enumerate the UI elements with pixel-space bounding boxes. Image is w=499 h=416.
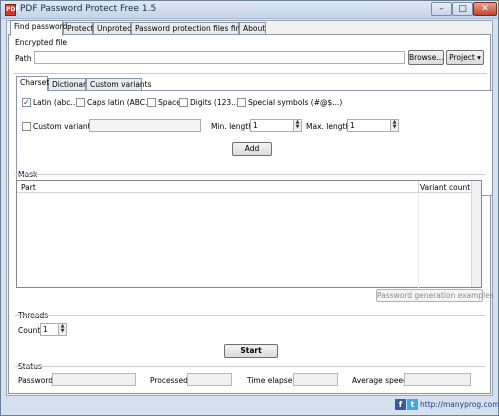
caps-latin-label: Caps latin (ABC...) <box>87 98 156 107</box>
password-status-field <box>52 373 136 386</box>
max-length-input[interactable]: 1 <box>347 119 391 132</box>
footer: f t http://manyprog.com <box>1 397 499 415</box>
column-divider <box>418 193 419 289</box>
close-icon: ✕ <box>481 4 489 14</box>
min-length-input[interactable]: 1 <box>250 119 294 132</box>
threads-count-spinner[interactable]: ▲ ▼ <box>59 323 67 336</box>
start-button[interactable]: Start <box>224 344 278 358</box>
caps-latin-checkbox[interactable] <box>76 98 85 107</box>
facebook-icon[interactable]: f <box>395 399 406 410</box>
pdf-app-icon: PDF <box>5 4 19 16</box>
average-speed-field <box>404 373 471 386</box>
column-variant-count-header[interactable]: Variant count <box>420 183 470 192</box>
browse-button[interactable]: Browse... <box>408 50 444 65</box>
close-button[interactable]: ✕ <box>473 2 497 16</box>
minimize-icon: – <box>439 4 444 14</box>
password-examples-button[interactable]: Password generation examples <box>376 289 494 302</box>
min-length-spinner[interactable]: ▲ ▼ <box>294 119 302 132</box>
tab-find-password[interactable]: Find password <box>10 20 67 36</box>
mask-list-header: Part Variant count <box>17 181 481 193</box>
digits-label: Digits (123...) <box>190 98 242 107</box>
mask-group-divider <box>15 174 485 175</box>
space-label: Space <box>158 98 181 107</box>
twitter-icon[interactable]: t <box>407 399 418 410</box>
window-title: PDF Password Protect Free 1.5 <box>20 4 157 14</box>
max-length-label: Max. length <box>306 122 351 131</box>
max-length-spinner[interactable]: ▲ ▼ <box>391 119 399 132</box>
add-button[interactable]: Add <box>232 142 272 156</box>
latin-checkbox[interactable] <box>22 98 31 107</box>
mask-list[interactable]: Part Variant count <box>16 180 482 289</box>
tab-charset[interactable]: Charset <box>16 76 49 91</box>
custom-variants-checkbox[interactable] <box>22 122 31 131</box>
count-label: Count <box>18 326 41 335</box>
spin-down-icon[interactable]: ▼ <box>391 125 398 130</box>
maximize-icon: □ <box>458 4 467 14</box>
custom-variants-label: Custom variants <box>33 122 95 131</box>
spin-down-icon[interactable]: ▼ <box>59 329 66 334</box>
maximize-button[interactable]: □ <box>452 2 473 16</box>
mask-list-scrollbar[interactable] <box>471 181 481 287</box>
column-part-header[interactable]: Part <box>21 183 36 192</box>
website-link[interactable]: http://manyprog.com <box>420 400 499 409</box>
average-speed-label: Average speed <box>352 376 408 385</box>
title-bar[interactable]: PDF PDF Password Protect Free 1.5 – □ ✕ <box>1 1 498 19</box>
time-elapsed-field <box>293 373 338 386</box>
path-input[interactable] <box>34 51 405 64</box>
status-group-divider <box>15 366 485 367</box>
column-divider <box>418 181 419 193</box>
digits-checkbox[interactable] <box>179 98 188 107</box>
processed-field <box>187 373 232 386</box>
path-label: Path <box>15 54 32 63</box>
min-length-label: Min. length <box>211 122 253 131</box>
password-status-label: Password <box>18 376 54 385</box>
time-elapsed-label: Time elapsed <box>247 376 298 385</box>
threads-group-divider <box>15 315 485 316</box>
project-dropdown-button[interactable]: Project ▾ <box>446 50 484 65</box>
latin-label: Latin (abc...) <box>33 98 81 107</box>
special-symbols-label: Special symbols (#@$...) <box>248 98 343 107</box>
threads-count-input[interactable]: 1 <box>40 323 59 336</box>
space-checkbox[interactable] <box>147 98 156 107</box>
custom-variants-input[interactable] <box>89 119 201 132</box>
processed-label: Processed <box>150 376 188 385</box>
app-window: PDF PDF Password Protect Free 1.5 – □ ✕ … <box>0 0 499 416</box>
find-password-panel: Encrypted file Path Browse... Project ▾ … <box>8 34 494 394</box>
minimize-button[interactable]: – <box>431 2 452 16</box>
spin-down-icon[interactable]: ▼ <box>294 125 301 130</box>
special-symbols-checkbox[interactable] <box>237 98 246 107</box>
